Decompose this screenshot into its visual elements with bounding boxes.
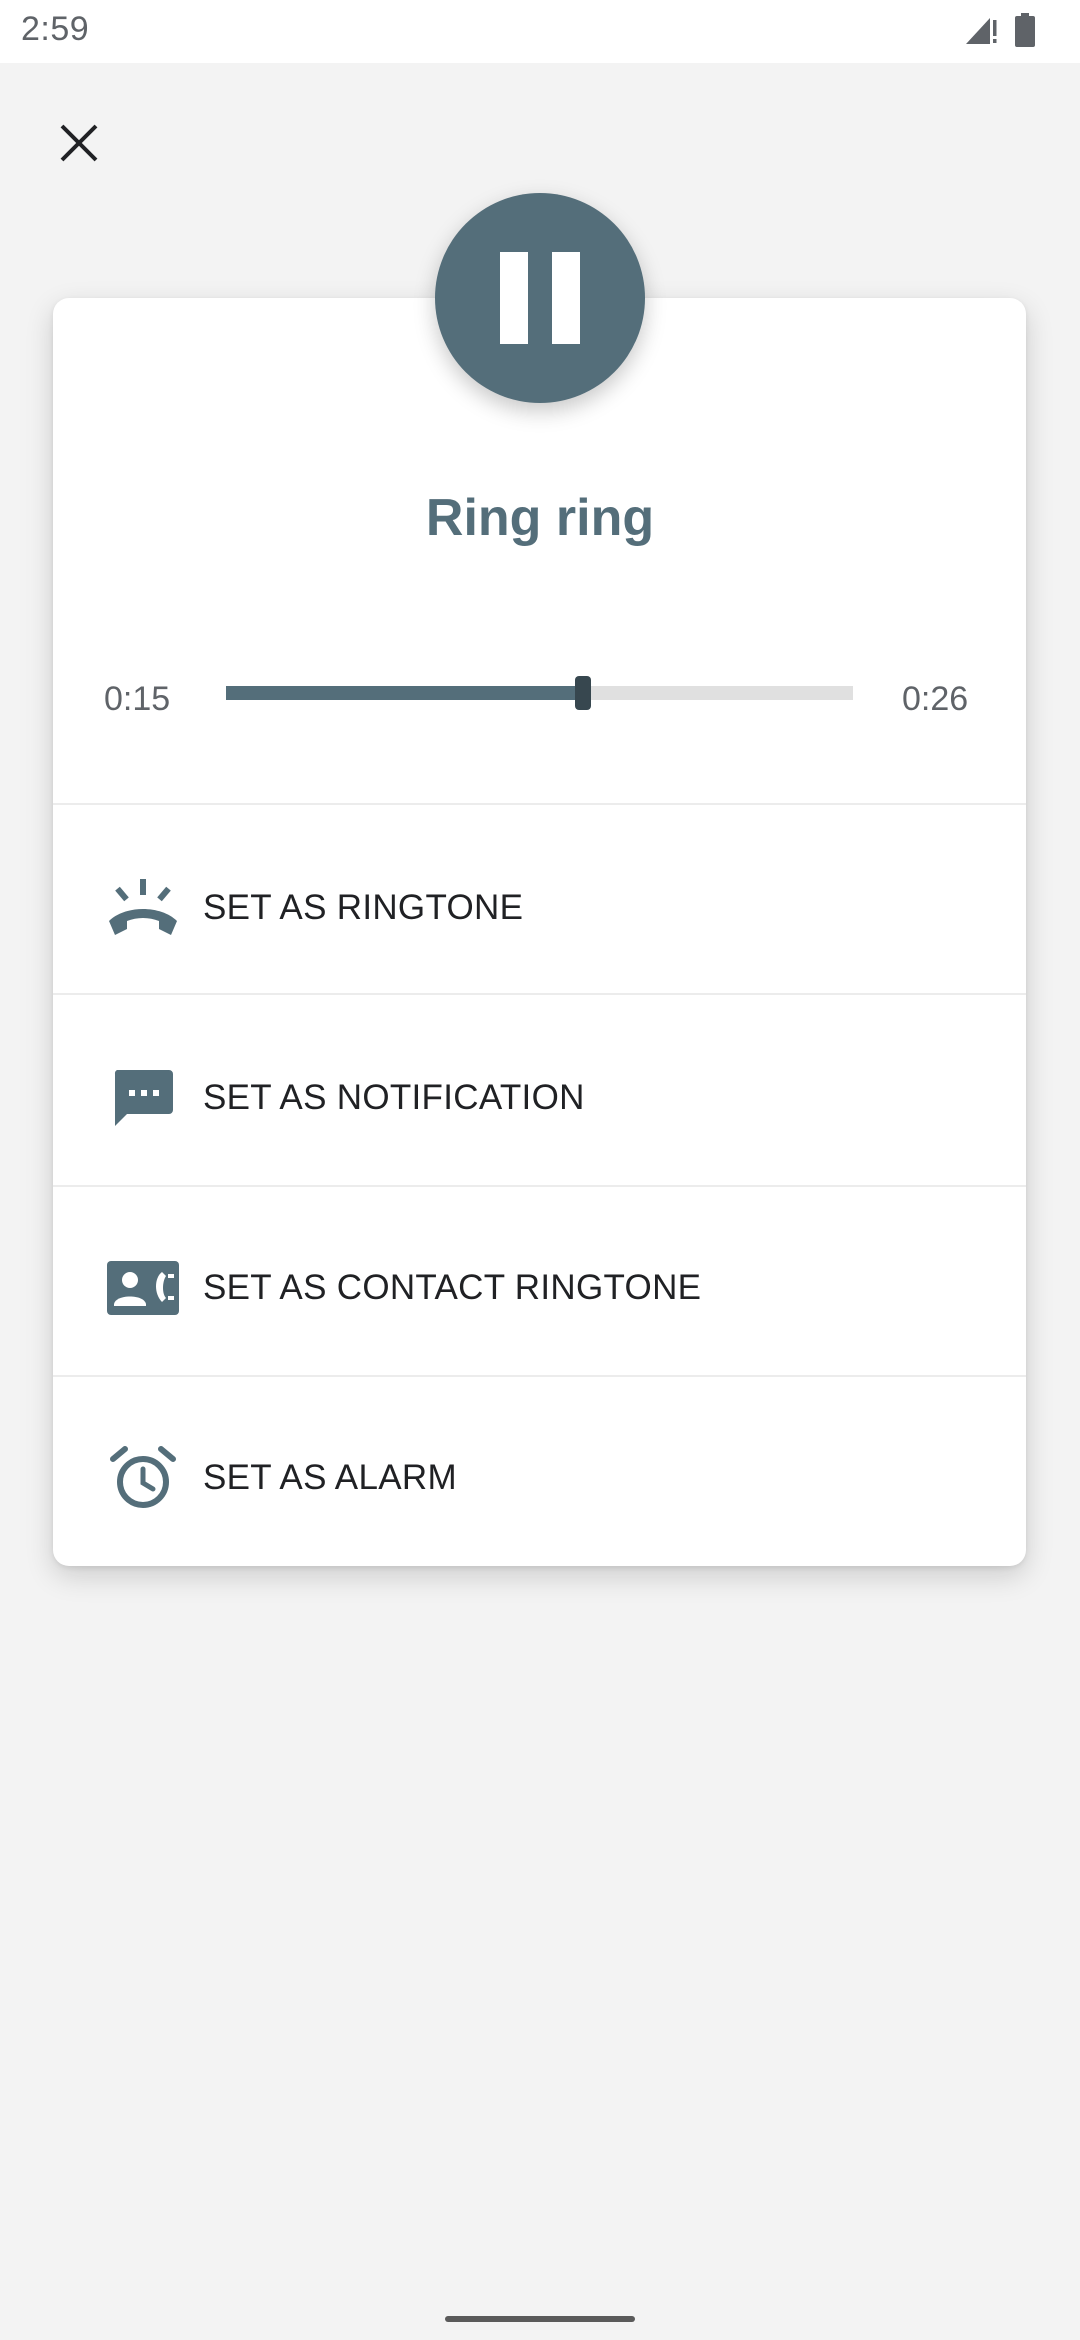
status-bar: 2:59 <box>0 0 1080 63</box>
pause-button[interactable] <box>435 193 645 403</box>
set-as-ringtone-button[interactable]: SET AS RINGTONE <box>53 813 1026 1003</box>
status-icons <box>964 12 1036 52</box>
divider <box>53 803 1026 805</box>
set-as-alarm-button[interactable]: SET AS ALARM <box>53 1383 1026 1573</box>
contact-phone-icon <box>103 1248 183 1328</box>
alarm-clock-icon <box>103 1438 183 1518</box>
option-label: SET AS NOTIFICATION <box>203 1078 585 1117</box>
status-time: 2:59 <box>21 10 90 48</box>
ringtone-title: Ring ring <box>425 489 655 547</box>
home-indicator[interactable] <box>445 2316 635 2322</box>
signal-icon <box>964 14 1000 51</box>
option-label: SET AS CONTACT RINGTONE <box>203 1268 702 1307</box>
total-duration: 0:26 <box>902 680 969 718</box>
seek-bar[interactable] <box>226 676 853 710</box>
message-icon <box>103 1058 183 1138</box>
battery-icon <box>1014 12 1036 52</box>
option-label: SET AS RINGTONE <box>203 888 524 927</box>
close-button[interactable] <box>48 112 110 174</box>
seek-bar-thumb[interactable] <box>575 676 592 710</box>
set-as-notification-button[interactable]: SET AS NOTIFICATION <box>53 1003 1026 1193</box>
pause-icon <box>500 252 580 344</box>
phone-ringing-icon <box>103 868 183 948</box>
set-as-contact-ringtone-button[interactable]: SET AS CONTACT RINGTONE <box>53 1193 1026 1383</box>
close-icon <box>60 124 98 162</box>
elapsed-time: 0:15 <box>104 680 171 718</box>
option-label: SET AS ALARM <box>203 1458 457 1497</box>
seek-bar-progress <box>226 686 584 700</box>
